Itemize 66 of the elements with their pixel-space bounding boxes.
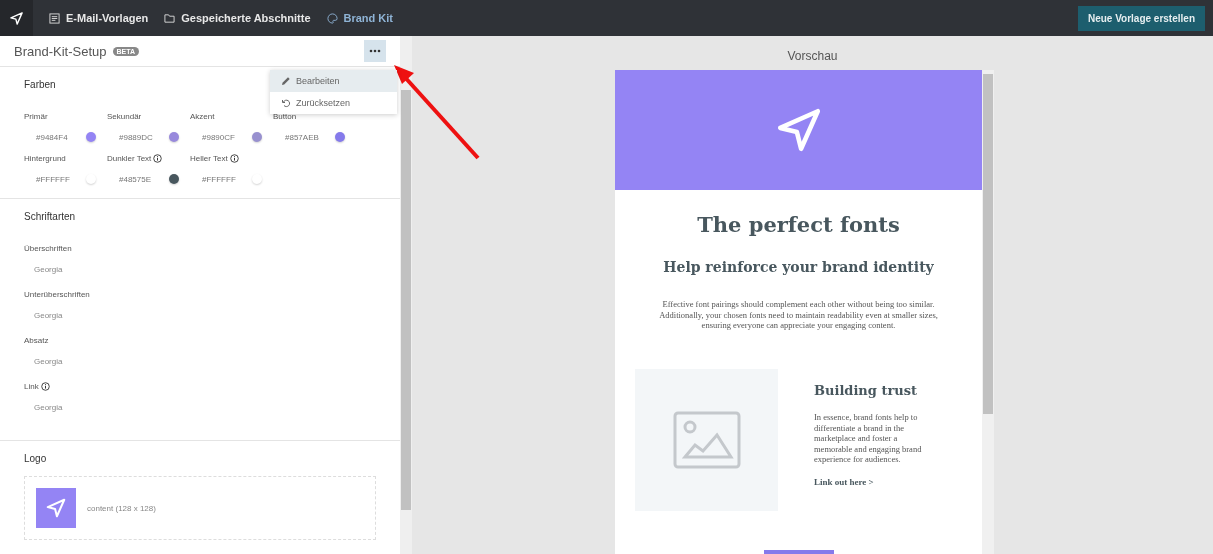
- color-value: #FFFFFF: [202, 174, 237, 184]
- color-value: #9890CF: [202, 132, 236, 142]
- font-label: Unterüberschriften: [24, 289, 90, 299]
- image-icon: [672, 410, 741, 469]
- palette-icon: [326, 12, 338, 24]
- nav-tab[interactable]: Gespeicherte Abschnitte: [164, 12, 311, 24]
- paper-plane-icon: [45, 497, 67, 519]
- color-swatch[interactable]: [86, 132, 96, 142]
- card-link[interactable]: Link out here >: [814, 477, 932, 487]
- color-label: Hintergrund: [24, 153, 66, 163]
- font-label: Absatz: [24, 335, 49, 345]
- color-label: Heller Text: [190, 153, 228, 163]
- document-icon: [49, 12, 60, 24]
- color-swatch[interactable]: [169, 132, 179, 142]
- info-icon[interactable]: [229, 153, 239, 163]
- menu-item[interactable]: Zurücksetzen: [270, 92, 397, 114]
- section-heading: Logo: [24, 453, 47, 464]
- nav-tab[interactable]: Brand Kit: [326, 12, 393, 24]
- color-value: #FFFFFF: [36, 174, 71, 184]
- color-swatch[interactable]: [86, 174, 96, 184]
- menu-item-label: Bearbeiten: [296, 76, 340, 86]
- color-label: Dunkler Text: [107, 153, 152, 163]
- color-value: #9889DC: [119, 132, 154, 142]
- create-template-button[interactable]: Neue Vorlage erstellen: [1077, 5, 1205, 31]
- email-subheading: Help reinforce your brand identity: [663, 259, 934, 275]
- color-swatch[interactable]: [335, 132, 345, 142]
- footer-bar: [763, 550, 834, 554]
- color-label: Primär: [24, 111, 48, 121]
- font-label: Link: [24, 381, 39, 391]
- ellipsis-icon: [369, 49, 381, 53]
- logo-caption: content (128 x 128): [87, 503, 156, 513]
- logo-dropzone[interactable]: content (128 x 128): [24, 476, 376, 540]
- nav-tab[interactable]: E-Mail-Vorlagen: [49, 12, 149, 24]
- pencil-icon: [281, 76, 291, 86]
- info-icon[interactable]: [153, 153, 163, 163]
- more-button[interactable]: [364, 40, 386, 62]
- scrollbar-thumb[interactable]: [983, 74, 993, 414]
- color-label: Sekundär: [107, 111, 142, 121]
- menu-item-label: Zurücksetzen: [296, 98, 351, 108]
- folder-icon: [164, 12, 176, 24]
- font-value: Georgia: [33, 265, 64, 274]
- undo-icon: [281, 98, 291, 108]
- email-heading: The perfect fonts: [697, 212, 900, 237]
- color-value: #857AEB: [285, 132, 320, 142]
- panel-title: Brand-Kit-Setup: [14, 43, 107, 59]
- color-label: Akzent: [190, 111, 215, 121]
- font-value: Georgia: [33, 357, 64, 366]
- preview-title: Vorschau: [787, 49, 838, 63]
- email-paragraph: Effective font pairings should complement each other without being too similar. Additionally, your chosen fonts need to maintain readability even at smaller sizes, ensuring everyone can appreciate your engaging content.: [658, 299, 939, 331]
- paper-plane-logo-icon: [9, 10, 24, 26]
- color-swatch[interactable]: [252, 132, 262, 142]
- section-heading: Schriftarten: [24, 211, 76, 222]
- color-swatch[interactable]: [252, 174, 262, 184]
- font-label: Überschriften: [24, 243, 72, 253]
- scrollbar-thumb[interactable]: [401, 90, 411, 510]
- card-text: In essence, brand fonts help to differentiate a brand in the marketplace and foster a memorable and engaging brand experience for audiences.: [814, 411, 923, 465]
- section-heading: Farben: [24, 79, 56, 90]
- color-label: Button: [273, 111, 297, 121]
- font-value: Georgia: [33, 311, 64, 320]
- menu-item[interactable]: Bearbeiten: [270, 70, 397, 92]
- color-value: #48575E: [119, 174, 153, 184]
- font-value: Georgia: [33, 403, 64, 412]
- color-swatch[interactable]: [169, 174, 179, 184]
- info-icon[interactable]: [40, 381, 50, 391]
- color-value: #9484F4: [36, 132, 69, 142]
- card-title: Building trust: [814, 382, 919, 398]
